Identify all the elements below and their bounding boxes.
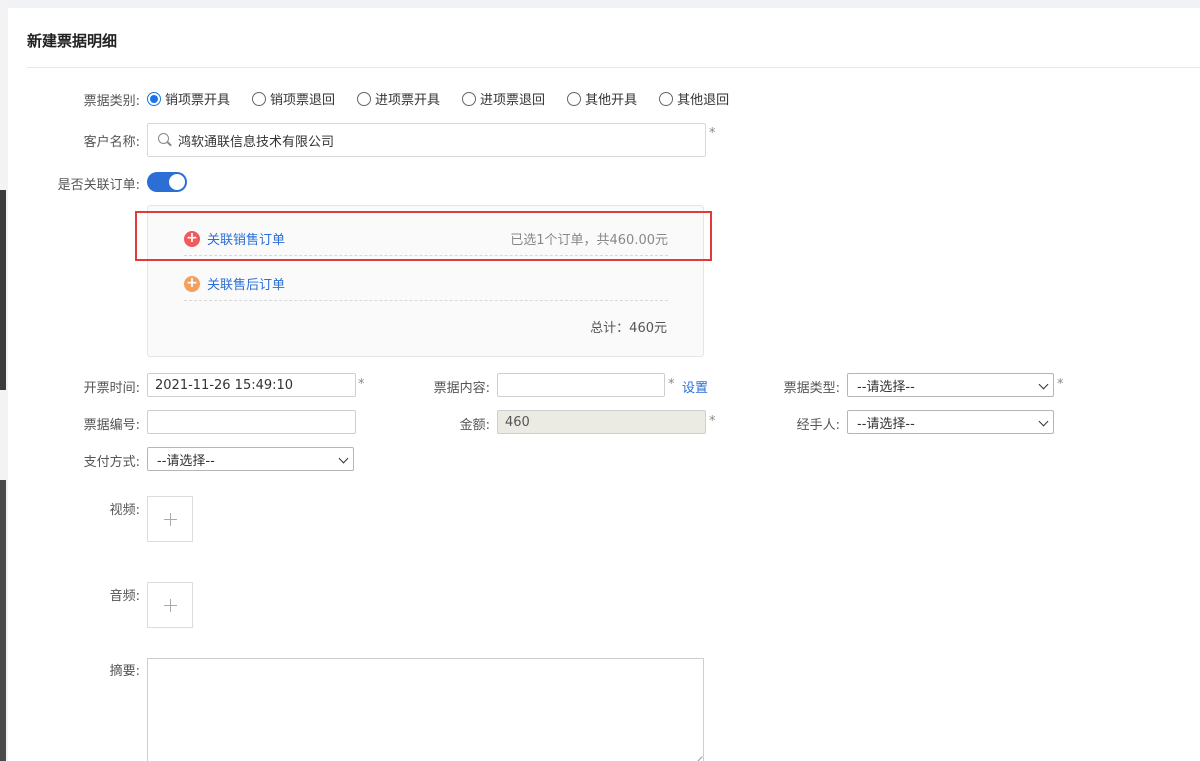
order-total: 总计：460元	[590, 321, 667, 336]
chevron-down-icon	[1038, 379, 1049, 390]
plus-circle-icon[interactable]: +	[184, 275, 200, 292]
radio-option-1[interactable]: 销项票开具	[147, 89, 230, 108]
divider	[27, 67, 1200, 68]
video-upload-button[interactable]	[147, 496, 193, 542]
handler-label: 经手人:	[796, 418, 840, 433]
customer-value: 鸿软通联信息技术有限公司	[178, 134, 335, 150]
bill-type-select[interactable]: --请选择--	[847, 373, 1054, 397]
customer-label: 客户名称:	[83, 135, 140, 150]
payment-label: 支付方式:	[83, 455, 140, 470]
top-bar	[0, 0, 1200, 8]
highlight-box	[135, 211, 712, 261]
chevron-down-icon	[1038, 416, 1049, 427]
payment-select[interactable]: --请选择--	[147, 447, 354, 471]
link-order-label: 是否关联订单:	[57, 178, 140, 193]
left-edge	[0, 0, 8, 761]
audio-upload-button[interactable]	[147, 582, 193, 628]
radio-checked-icon	[147, 91, 161, 106]
required-mark: *	[709, 414, 716, 429]
radio-unchecked-icon	[462, 91, 477, 106]
bill-category-radio-group: 销项票开具 销项票退回 进项票开具 进项票退回 其他开具 其他退回	[147, 89, 751, 108]
required-mark: *	[668, 377, 675, 392]
bill-number-input[interactable]	[147, 410, 356, 434]
page-title: 新建票据明细	[27, 32, 118, 50]
resize-handle-icon[interactable]	[691, 751, 703, 761]
amount-label: 金额:	[459, 418, 490, 433]
radio-unchecked-icon	[567, 91, 582, 106]
radio-option-6[interactable]: 其他退回	[659, 89, 729, 108]
summary-label: 摘要:	[109, 664, 140, 679]
link-order-toggle[interactable]	[147, 172, 187, 192]
radio-unchecked-icon	[252, 91, 267, 106]
search-icon	[158, 133, 172, 147]
after-sales-order-row: + 关联售后订单	[184, 267, 668, 301]
radio-option-2[interactable]: 销项票退回	[252, 89, 335, 108]
chevron-down-icon	[338, 453, 349, 464]
bill-category-label: 票据类别:	[83, 94, 140, 109]
audio-label: 音频:	[109, 589, 140, 604]
radio-option-5[interactable]: 其他开具	[567, 89, 637, 108]
radio-option-4[interactable]: 进项票退回	[462, 89, 545, 108]
required-mark: *	[358, 377, 365, 392]
settings-link[interactable]: 设置	[682, 377, 708, 396]
bill-content-label: 票据内容:	[433, 381, 490, 396]
bill-number-label: 票据编号:	[83, 418, 140, 433]
radio-option-3[interactable]: 进项票开具	[357, 89, 440, 108]
bill-type-label: 票据类型:	[783, 381, 840, 396]
summary-textarea[interactable]	[147, 658, 704, 761]
invoice-time-label: 开票时间:	[83, 381, 140, 396]
radio-unchecked-icon	[357, 91, 372, 106]
amount-input: 460	[497, 410, 706, 434]
required-mark: *	[709, 126, 716, 141]
link-after-sales-order-link[interactable]: 关联售后订单	[207, 274, 285, 293]
required-mark: *	[1057, 377, 1064, 392]
bill-content-input[interactable]	[497, 373, 665, 397]
video-label: 视频:	[109, 503, 140, 518]
handler-select[interactable]: --请选择--	[847, 410, 1054, 434]
customer-search-input[interactable]: 鸿软通联信息技术有限公司	[147, 123, 706, 157]
radio-unchecked-icon	[659, 91, 674, 106]
page: 新建票据明细 票据类别: 销项票开具 销项票退回 进项票开具 进项票退回 其他开…	[0, 0, 1200, 761]
invoice-time-input[interactable]: 2021-11-26 15:49:10	[147, 373, 356, 397]
